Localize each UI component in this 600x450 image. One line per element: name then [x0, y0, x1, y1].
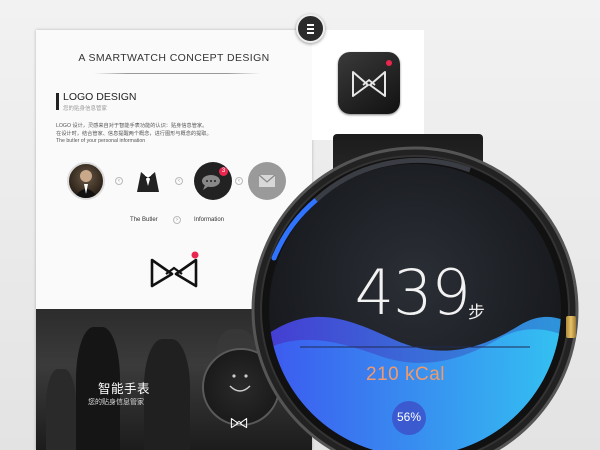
watch-crown[interactable] [566, 316, 576, 338]
battery-percentage: 56% [396, 410, 422, 424]
watch-face [251, 146, 579, 450]
calories-readout: 210 kCal [366, 364, 445, 385]
steps-count: 439 [354, 256, 471, 329]
steps-unit: 步 [468, 303, 485, 322]
